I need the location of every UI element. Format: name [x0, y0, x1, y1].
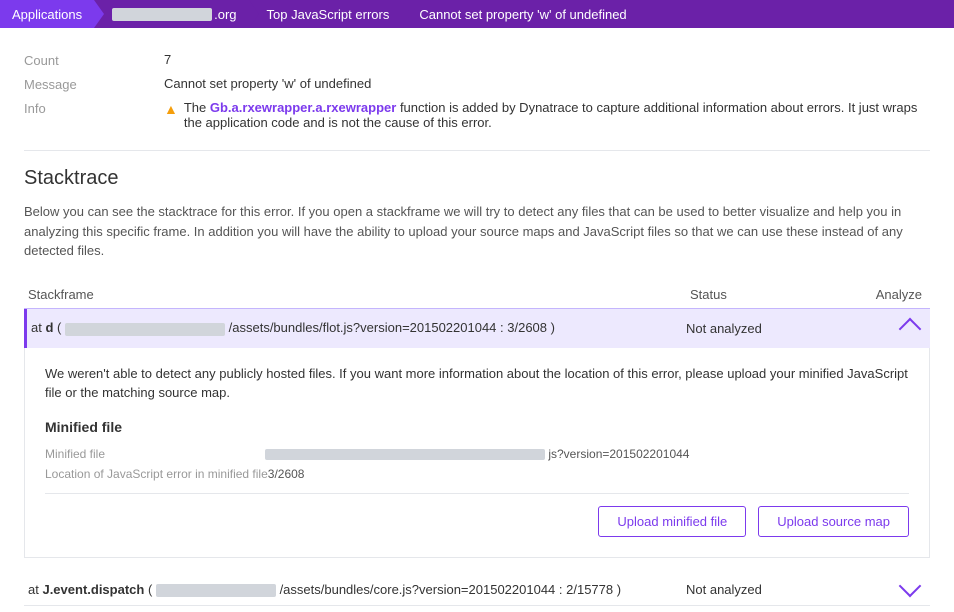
stack-row-2-frame: at J.event.dispatch ( /assets/bundles/co…: [28, 582, 686, 597]
info-label: Info: [24, 100, 164, 116]
header-status: Status: [690, 287, 850, 302]
breadcrumb-item-error-detail[interactable]: Cannot set property 'w' of undefined: [401, 0, 638, 28]
breadcrumb-blurred-org: [112, 8, 212, 21]
stack-row-1-blurred: [65, 323, 225, 336]
stack-row-1-space: (: [57, 320, 61, 335]
chevron-up-icon[interactable]: [899, 317, 922, 340]
minified-file-version: js?version=201502201044: [548, 447, 689, 461]
stack-row-1-analyze[interactable]: [846, 317, 926, 340]
count-value: 7: [164, 52, 930, 67]
header-stackframe: Stackframe: [24, 287, 690, 302]
stack-row-1-paren: ): [551, 320, 555, 335]
breadcrumb-item-org[interactable]: .org: [94, 0, 248, 28]
minified-file-value: js?version=201502201044: [265, 447, 689, 461]
message-label: Message: [24, 76, 164, 92]
count-row: Count 7: [24, 48, 930, 72]
message-row: Message Cannot set property 'w' of undef…: [24, 72, 930, 96]
stacktrace-section: Stacktrace Below you can see the stacktr…: [24, 167, 930, 606]
minified-file-label: Minified file: [45, 447, 265, 461]
stack-row-1-frame: at d ( /assets/bundles/flot.js?version=2…: [31, 320, 686, 335]
breadcrumb-label-error-detail: Cannot set property 'w' of undefined: [419, 7, 626, 22]
js-error-location-label: Location of JavaScript error in minified…: [45, 467, 268, 481]
info-text-content: The Gb.a.rxewrapper.a.rxewrapper functio…: [184, 100, 930, 130]
section-divider: [24, 150, 930, 151]
breadcrumb-item-applications[interactable]: Applications: [0, 0, 94, 28]
panel-notice: We weren't able to detect any publicly h…: [45, 364, 909, 403]
stack-row-1-prefix: at: [31, 320, 45, 335]
stack-row-1-path: /assets/bundles/flot.js?version=20150220…: [229, 320, 547, 335]
panel-subsection-title: Minified file: [45, 419, 909, 435]
stack-row-2-analyze[interactable]: [846, 582, 926, 597]
stack-row-2-prefix: at: [28, 582, 42, 597]
main-content: Count 7 Message Cannot set property 'w' …: [0, 28, 954, 606]
minified-file-blurred: [265, 449, 545, 460]
info-link[interactable]: Gb.a.rxewrapper.a.rxewrapper: [210, 100, 396, 115]
stack-row-1-bold: d: [45, 320, 53, 335]
count-label: Count: [24, 52, 164, 68]
stack-row-2-bold: J.event.dispatch: [42, 582, 144, 597]
js-error-location-row: Location of JavaScript error in minified…: [45, 467, 909, 481]
stack-row-1-status: Not analyzed: [686, 321, 846, 336]
stacktrace-desc: Below you can see the stacktrace for thi…: [24, 202, 930, 261]
minified-file-row: Minified file js?version=201502201044: [45, 447, 909, 461]
info-table: Count 7 Message Cannot set property 'w' …: [24, 48, 930, 134]
breadcrumb-label-js-errors: Top JavaScript errors: [267, 7, 390, 22]
upload-sourcemap-button[interactable]: Upload source map: [758, 506, 909, 537]
js-error-location-value: 3/2608: [268, 467, 305, 481]
stack-table-header: Stackframe Status Analyze: [24, 281, 930, 309]
expanded-panel: We weren't able to detect any publicly h…: [24, 348, 930, 558]
breadcrumb-label-org: .org: [214, 7, 236, 22]
stack-row-1[interactable]: at d ( /assets/bundles/flot.js?version=2…: [24, 309, 930, 348]
stack-row-2-paren: ): [617, 582, 621, 597]
message-value: Cannot set property 'w' of undefined: [164, 76, 930, 91]
stack-row-2-status: Not analyzed: [686, 582, 846, 597]
stack-row-2-space: (: [148, 582, 152, 597]
header-analyze: Analyze: [850, 287, 930, 302]
breadcrumb: Applications .org Top JavaScript errors …: [0, 0, 954, 28]
breadcrumb-item-js-errors[interactable]: Top JavaScript errors: [249, 0, 402, 28]
info-text-before: The: [184, 100, 210, 115]
upload-button-row: Upload minified file Upload source map: [45, 493, 909, 541]
warning-icon: ▲: [164, 101, 178, 117]
breadcrumb-label-applications: Applications: [12, 7, 82, 22]
info-value: ▲ The Gb.a.rxewrapper.a.rxewrapper funct…: [164, 100, 930, 130]
stacktrace-title: Stacktrace: [24, 167, 930, 190]
stack-row-2-blurred: [156, 584, 276, 597]
stack-row-2[interactable]: at J.event.dispatch ( /assets/bundles/co…: [24, 574, 930, 606]
stack-row-2-path: /assets/bundles/core.js?version=20150220…: [280, 582, 614, 597]
upload-minified-button[interactable]: Upload minified file: [598, 506, 746, 537]
info-row: Info ▲ The Gb.a.rxewrapper.a.rxewrapper …: [24, 96, 930, 134]
chevron-down-icon[interactable]: [899, 574, 922, 597]
